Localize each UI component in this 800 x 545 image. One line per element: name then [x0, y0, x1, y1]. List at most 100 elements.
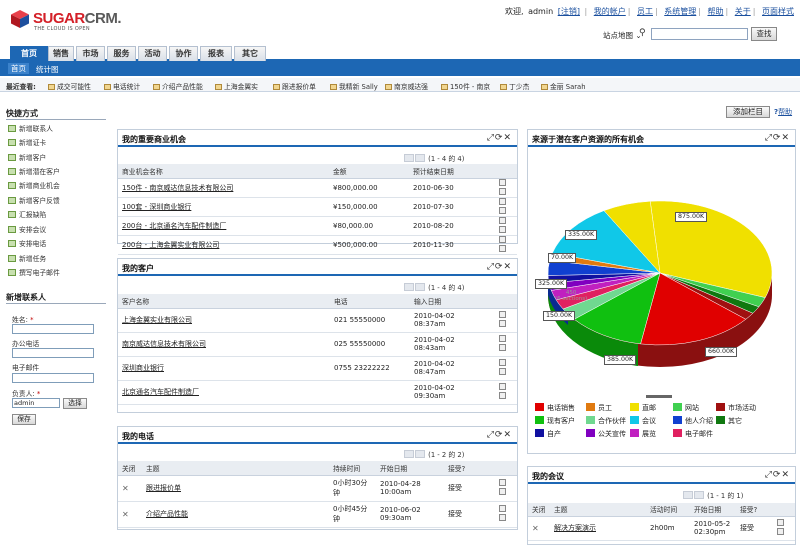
- office-phone-field[interactable]: [12, 348, 94, 358]
- view-icon[interactable]: [499, 488, 506, 495]
- shortcut-item[interactable]: 新增客户: [8, 152, 46, 162]
- recent-item[interactable]: 丁少杰: [500, 81, 529, 91]
- col-header[interactable]: 输入日期: [410, 294, 493, 309]
- legend-item[interactable]: 现有客户: [535, 416, 575, 426]
- col-header[interactable]: 客户名称: [118, 294, 330, 309]
- pager[interactable]: (1 - 2 的 2): [404, 449, 464, 459]
- opportunity-link[interactable]: 200台 - 北京通名汽车配件制造厂: [118, 216, 329, 236]
- col-header[interactable]: 主题: [550, 503, 646, 517]
- edit-icon[interactable]: [499, 479, 506, 486]
- prev-page-icon[interactable]: [415, 283, 425, 291]
- prev-page-icon[interactable]: [415, 154, 425, 162]
- view-icon[interactable]: [499, 206, 506, 214]
- legend-item[interactable]: 电话销售: [535, 403, 575, 413]
- first-page-icon[interactable]: [404, 450, 414, 458]
- about-link[interactable]: 关于: [735, 7, 751, 16]
- themes-link[interactable]: 页面样式: [762, 7, 794, 16]
- help-action[interactable]: ?帮助: [774, 107, 792, 117]
- account-link[interactable]: 南京威达信息技术有限公司: [118, 332, 330, 357]
- opportunity-link[interactable]: 150件 - 南京威达信息技术有限公司: [118, 178, 329, 198]
- recent-item[interactable]: 南京威达强: [385, 81, 428, 91]
- shortcut-item[interactable]: 撰写电子邮件: [8, 267, 60, 277]
- tab-sales[interactable]: 销售: [48, 46, 74, 61]
- edit-icon[interactable]: [499, 311, 506, 318]
- view-icon[interactable]: [499, 225, 506, 233]
- recent-item[interactable]: 成交可能性: [48, 81, 91, 91]
- dashlet-controls[interactable]: ⤢⟳✕: [487, 133, 512, 143]
- view-icon[interactable]: [777, 528, 784, 535]
- legend-item[interactable]: 会议: [630, 416, 656, 426]
- logout-link[interactable]: [注销]: [558, 7, 580, 16]
- edit-icon[interactable]: [499, 216, 506, 224]
- legend-item[interactable]: 网站: [673, 403, 699, 413]
- dashlet-controls[interactable]: ⤢⟳✕: [487, 430, 512, 440]
- legend-item[interactable]: 公关宣传: [586, 429, 626, 439]
- view-icon[interactable]: [499, 344, 506, 351]
- edit-icon[interactable]: [777, 519, 784, 526]
- view-icon[interactable]: [499, 514, 506, 521]
- col-header[interactable]: 金额: [329, 164, 409, 179]
- account-link[interactable]: 上海金翼实业有限公司: [118, 308, 330, 333]
- legend-item[interactable]: 直邮: [630, 403, 656, 413]
- tab-collaboration[interactable]: 协作: [169, 46, 198, 61]
- opportunity-link[interactable]: 100套 - 深圳商业银行: [118, 197, 329, 217]
- search-input[interactable]: [651, 28, 748, 40]
- col-header[interactable]: 持续时间: [329, 461, 376, 476]
- tab-home[interactable]: 首页: [10, 46, 48, 61]
- col-header[interactable]: 预计结束日期: [409, 164, 493, 179]
- call-link[interactable]: 跟进报价单: [142, 475, 329, 502]
- legend-item[interactable]: 其它: [716, 416, 742, 426]
- admin-link[interactable]: 系统管理: [664, 7, 696, 16]
- view-icon[interactable]: [499, 320, 506, 327]
- close-icon[interactable]: ✕: [532, 524, 539, 533]
- prev-page-icon[interactable]: [415, 450, 425, 458]
- shortcut-item[interactable]: 汇报缺陷: [8, 209, 46, 219]
- edit-icon[interactable]: [499, 197, 506, 205]
- col-header[interactable]: 主题: [142, 461, 329, 476]
- select-owner-button[interactable]: 选择: [63, 398, 87, 409]
- edit-icon[interactable]: [499, 178, 506, 186]
- recent-item[interactable]: 介绍产品性能: [153, 81, 203, 91]
- shortcut-item[interactable]: 新增任务: [8, 253, 46, 263]
- dashlet-controls[interactable]: ⤢⟳✕: [765, 470, 790, 480]
- col-header[interactable]: 商业机会名称: [118, 164, 329, 179]
- employees-link[interactable]: 员工: [637, 7, 653, 16]
- edit-icon[interactable]: [499, 505, 506, 512]
- tab-other[interactable]: 其它: [234, 46, 266, 61]
- sitemap-dropdown[interactable]: 站点地图 ⌄: [603, 30, 642, 41]
- legend-item[interactable]: 他人介绍: [673, 416, 713, 426]
- edit-icon[interactable]: [499, 235, 506, 243]
- shortcut-item[interactable]: 新增联系人: [8, 123, 53, 133]
- edit-icon[interactable]: [499, 335, 506, 342]
- dashlet-controls[interactable]: ⤢⟳✕: [487, 262, 512, 272]
- help-link[interactable]: 帮助: [708, 7, 724, 16]
- meeting-link[interactable]: 解决方案演示: [550, 516, 646, 541]
- pie-chart[interactable]: [528, 148, 795, 398]
- col-header[interactable]: 开始日期: [690, 503, 736, 517]
- name-field[interactable]: [12, 324, 94, 334]
- recent-item[interactable]: 150件 - 南京: [441, 81, 490, 91]
- pie-scroll-handle[interactable]: [646, 395, 672, 398]
- call-link[interactable]: 介绍产品性能: [142, 501, 329, 528]
- shortcut-item[interactable]: 安排电话: [8, 238, 46, 248]
- legend-item[interactable]: 员工: [586, 403, 612, 413]
- legend-item[interactable]: 电子邮件: [673, 429, 713, 439]
- sugarcrm-logo[interactable]: SUGARCRM. THE CLOUD IS OPEN: [10, 9, 135, 33]
- legend-item[interactable]: 合作伙伴: [586, 416, 626, 426]
- legend-item[interactable]: 自产: [535, 429, 561, 439]
- recent-item[interactable]: 跟进报价单: [273, 81, 316, 91]
- tab-reports[interactable]: 报表: [200, 46, 232, 61]
- prev-page-icon[interactable]: [694, 491, 704, 499]
- opportunity-link[interactable]: 200台 - 上海金翼实业有限公司: [118, 235, 329, 255]
- owner-field[interactable]: admin: [12, 398, 60, 408]
- recent-item[interactable]: 电话统计: [104, 81, 140, 91]
- edit-icon[interactable]: [499, 383, 506, 390]
- recent-item[interactable]: 金丽 Sarah: [541, 81, 586, 91]
- col-header[interactable]: 开始日期: [376, 461, 444, 476]
- view-icon[interactable]: [499, 187, 506, 195]
- legend-item[interactable]: 展览: [630, 429, 656, 439]
- recent-item[interactable]: 我精新 Sally: [330, 81, 378, 91]
- add-dashlet-button[interactable]: 添加栏目: [726, 106, 770, 118]
- tab-support[interactable]: 服务: [107, 46, 136, 61]
- close-icon[interactable]: ✕: [122, 484, 129, 493]
